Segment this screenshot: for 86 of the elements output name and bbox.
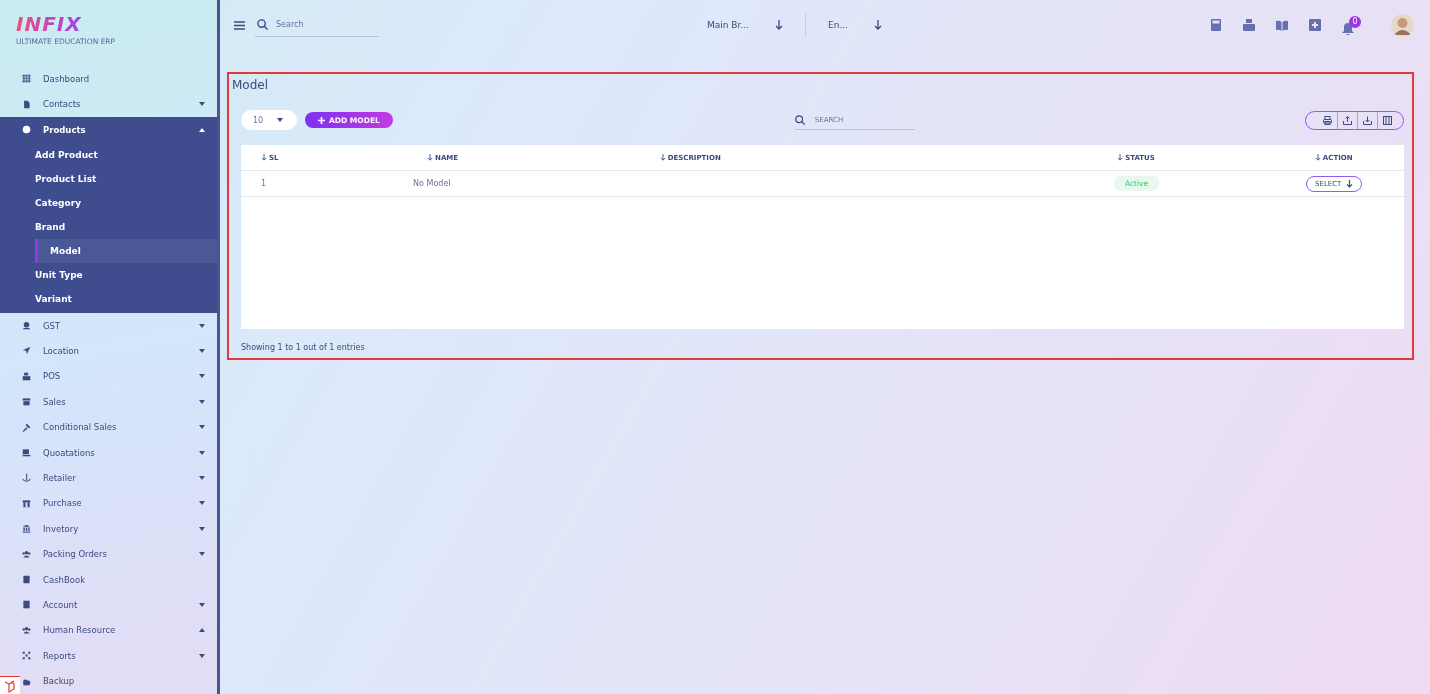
caret-icon[interactable] [199, 653, 205, 658]
branch-dropdown[interactable]: Main Br... [695, 20, 795, 30]
notification-button[interactable]: 0 [1342, 15, 1361, 35]
menu-icon[interactable] [234, 20, 245, 30]
columns-icon [1383, 115, 1392, 125]
grid-icon [22, 74, 31, 84]
bank-icon [22, 524, 31, 534]
sidebar-item[interactable]: Products [22, 124, 86, 135]
caret-icon[interactable] [199, 450, 205, 455]
sidebar-item[interactable]: Location [22, 345, 79, 356]
sidebar-item[interactable]: CashBook [22, 574, 86, 585]
sidebar-item[interactable]: Packing Orders [22, 549, 107, 560]
table-cell: No Model [413, 179, 451, 188]
caret-icon[interactable] [199, 425, 205, 430]
register-icon [22, 371, 31, 381]
gavel-icon [22, 422, 31, 432]
caret-icon[interactable] [199, 102, 205, 107]
submenu-item[interactable]: Variant [0, 286, 217, 311]
print-icon [1323, 115, 1332, 125]
caret-icon[interactable] [199, 323, 205, 328]
sidebar-item[interactable]: Backup [22, 676, 75, 687]
caret-icon[interactable] [199, 628, 205, 633]
send-icon [22, 346, 31, 356]
sidebar-item[interactable]: GST [22, 320, 61, 331]
arrow-down-icon [775, 20, 783, 30]
sidebar-item[interactable]: Sales [22, 396, 66, 407]
panel-title: Model [232, 78, 269, 92]
document-icon [22, 99, 31, 109]
arrow-down-icon [874, 20, 882, 30]
sort-arrow-icon [261, 153, 267, 161]
coin-icon [22, 321, 31, 330]
users-icon [22, 549, 31, 559]
notification-badge: 0 [1349, 15, 1361, 28]
store-icon [22, 397, 31, 407]
sidebar-item[interactable]: POS [22, 371, 61, 382]
caret-icon[interactable] [199, 603, 205, 607]
caret-icon[interactable] [199, 501, 205, 506]
sort-arrow-icon [427, 153, 434, 161]
plus-icon[interactable] [1309, 19, 1321, 31]
submenu-item[interactable]: Add Product [0, 142, 217, 167]
nodes-icon [22, 651, 31, 661]
sidebar-item[interactable]: Quoatations [22, 447, 95, 458]
table-cell: 1 [261, 179, 267, 188]
upload-icon [1343, 115, 1352, 125]
caret-icon[interactable] [199, 348, 205, 353]
shop-icon [22, 498, 31, 508]
submenu-item[interactable]: Brand [0, 214, 217, 239]
search-icon[interactable] [257, 19, 268, 30]
sidebar-item[interactable]: Retailer [22, 472, 76, 483]
sidebar-item[interactable]: Account [22, 600, 78, 610]
avatar[interactable] [1391, 13, 1414, 37]
caret-icon[interactable] [199, 552, 205, 557]
cash-register-icon[interactable] [1243, 19, 1255, 31]
caret-icon[interactable] [199, 127, 205, 132]
users-icon [22, 625, 31, 635]
caret-icon[interactable] [199, 374, 205, 379]
arrow-down-icon [1346, 179, 1354, 188]
submenu-item[interactable]: Category [0, 190, 217, 215]
bell-icon [1342, 22, 1354, 35]
plus-icon [318, 116, 325, 124]
sidebar-item[interactable]: Conditional Sales [22, 422, 117, 433]
search-field[interactable]: Search [276, 20, 366, 29]
sort-arrow-icon [1314, 153, 1321, 161]
sidebar-item[interactable]: Invetory [22, 523, 79, 534]
submenu-item[interactable]: Product List [0, 166, 217, 191]
caret-icon [277, 118, 283, 122]
sidebar-item[interactable]: Reports [22, 650, 76, 661]
circle-icon [22, 125, 31, 135]
page-size-dropdown[interactable]: 10 [241, 110, 297, 130]
sidebar-item[interactable]: Contacts [22, 99, 81, 110]
language-dropdown[interactable]: En... [816, 20, 894, 30]
debug-icon[interactable] [0, 676, 20, 694]
sidebar-item[interactable]: Human Resource [22, 625, 116, 636]
caret-icon[interactable] [199, 526, 205, 531]
submenu-item[interactable]: Model [35, 238, 217, 263]
sidebar-item[interactable]: Dashboard [22, 73, 90, 84]
download-icon [1363, 115, 1372, 125]
sort-arrow-icon [659, 153, 666, 161]
caret-icon[interactable] [199, 475, 205, 480]
search-icon[interactable] [794, 114, 805, 125]
sort-arrow-icon [1117, 153, 1124, 161]
sidebar-item[interactable]: Purchase [22, 498, 82, 509]
anchor-icon [22, 473, 31, 483]
submenu-item[interactable]: Unit Type [0, 262, 217, 287]
entries-summary: Showing 1 to 1 out of 1 entries [241, 343, 365, 352]
caret-icon[interactable] [199, 399, 205, 404]
